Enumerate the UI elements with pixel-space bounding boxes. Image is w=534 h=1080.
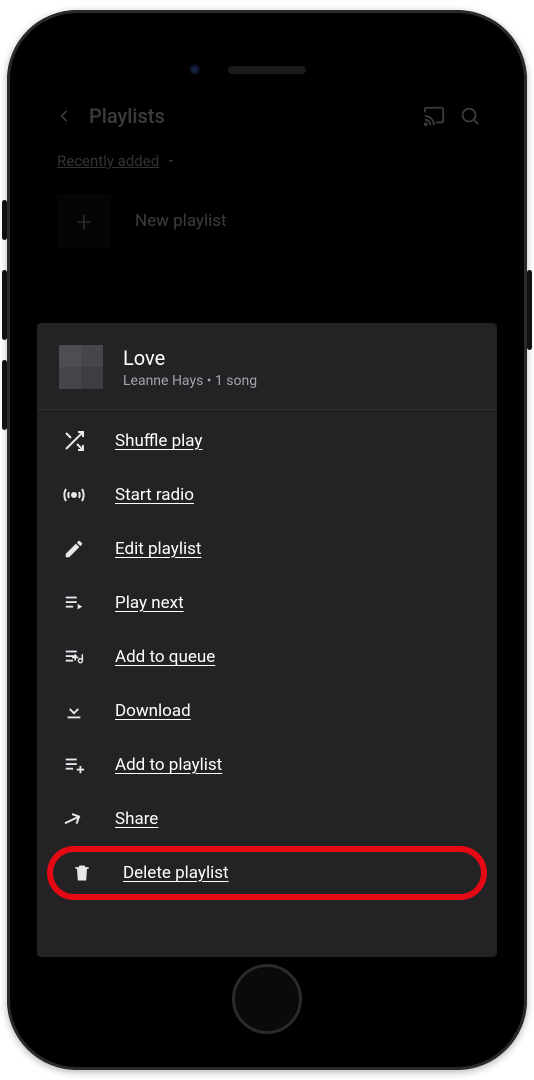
sort-label: Recently added [57, 152, 159, 170]
chevron-down-icon [165, 155, 177, 167]
menu-download[interactable]: Download [37, 684, 497, 738]
trash-icon [69, 860, 95, 886]
playlists-page: Playlists Recently added + New playlist [37, 68, 497, 266]
menu-label: Share [115, 809, 158, 829]
page-title: Playlists [89, 104, 409, 128]
back-icon[interactable] [53, 105, 75, 127]
queue-icon [61, 644, 87, 670]
power-button [527, 270, 532, 350]
home-button[interactable] [232, 964, 302, 1034]
playlist-thumbnail [59, 345, 103, 389]
pencil-icon [61, 536, 87, 562]
download-icon [61, 698, 87, 724]
radio-icon [61, 482, 87, 508]
playlist-actions-sheet: Love Leanne Hays • 1 song Shuffle play [37, 323, 497, 957]
menu-start-radio[interactable]: Start radio [37, 468, 497, 522]
share-icon [61, 806, 87, 832]
sheet-title: Love [123, 346, 257, 370]
play-next-icon [61, 590, 87, 616]
screen: Playlists Recently added + New playlist [37, 68, 497, 957]
mute-switch [2, 200, 7, 240]
menu-edit-playlist[interactable]: Edit playlist [37, 522, 497, 576]
menu-add-to-queue[interactable]: Add to queue [37, 630, 497, 684]
menu-label: Delete playlist [123, 863, 229, 883]
menu-share[interactable]: Share [37, 792, 497, 846]
menu-label: Play next [115, 593, 184, 613]
search-icon[interactable] [459, 105, 481, 127]
sort-dropdown[interactable]: Recently added [47, 146, 487, 190]
phone-frame: Playlists Recently added + New playlist [7, 10, 527, 1070]
menu-label: Shuffle play [115, 431, 202, 451]
menu-label: Download [115, 701, 191, 721]
menu-label: Edit playlist [115, 539, 201, 559]
menu-label: Add to playlist [115, 755, 222, 775]
menu-play-next[interactable]: Play next [37, 576, 497, 630]
sheet-subtitle: Leanne Hays • 1 song [123, 373, 257, 389]
sheet-header: Love Leanne Hays • 1 song [37, 323, 497, 410]
new-playlist-button[interactable]: + New playlist [47, 190, 487, 266]
app-header: Playlists [47, 104, 487, 146]
volume-down-button [2, 360, 7, 430]
cast-icon[interactable] [423, 105, 445, 127]
playlist-add-icon [61, 752, 87, 778]
plus-icon: + [57, 194, 111, 248]
menu-delete-playlist[interactable]: Delete playlist [47, 846, 487, 900]
menu-shuffle-play[interactable]: Shuffle play [37, 414, 497, 468]
menu-add-to-playlist[interactable]: Add to playlist [37, 738, 497, 792]
menu-list: Shuffle play Start radio Edit playlist [37, 410, 497, 914]
menu-label: Start radio [115, 485, 194, 505]
volume-up-button [2, 270, 7, 340]
menu-label: Add to queue [115, 647, 215, 667]
new-playlist-label: New playlist [135, 211, 227, 231]
shuffle-icon [61, 428, 87, 454]
